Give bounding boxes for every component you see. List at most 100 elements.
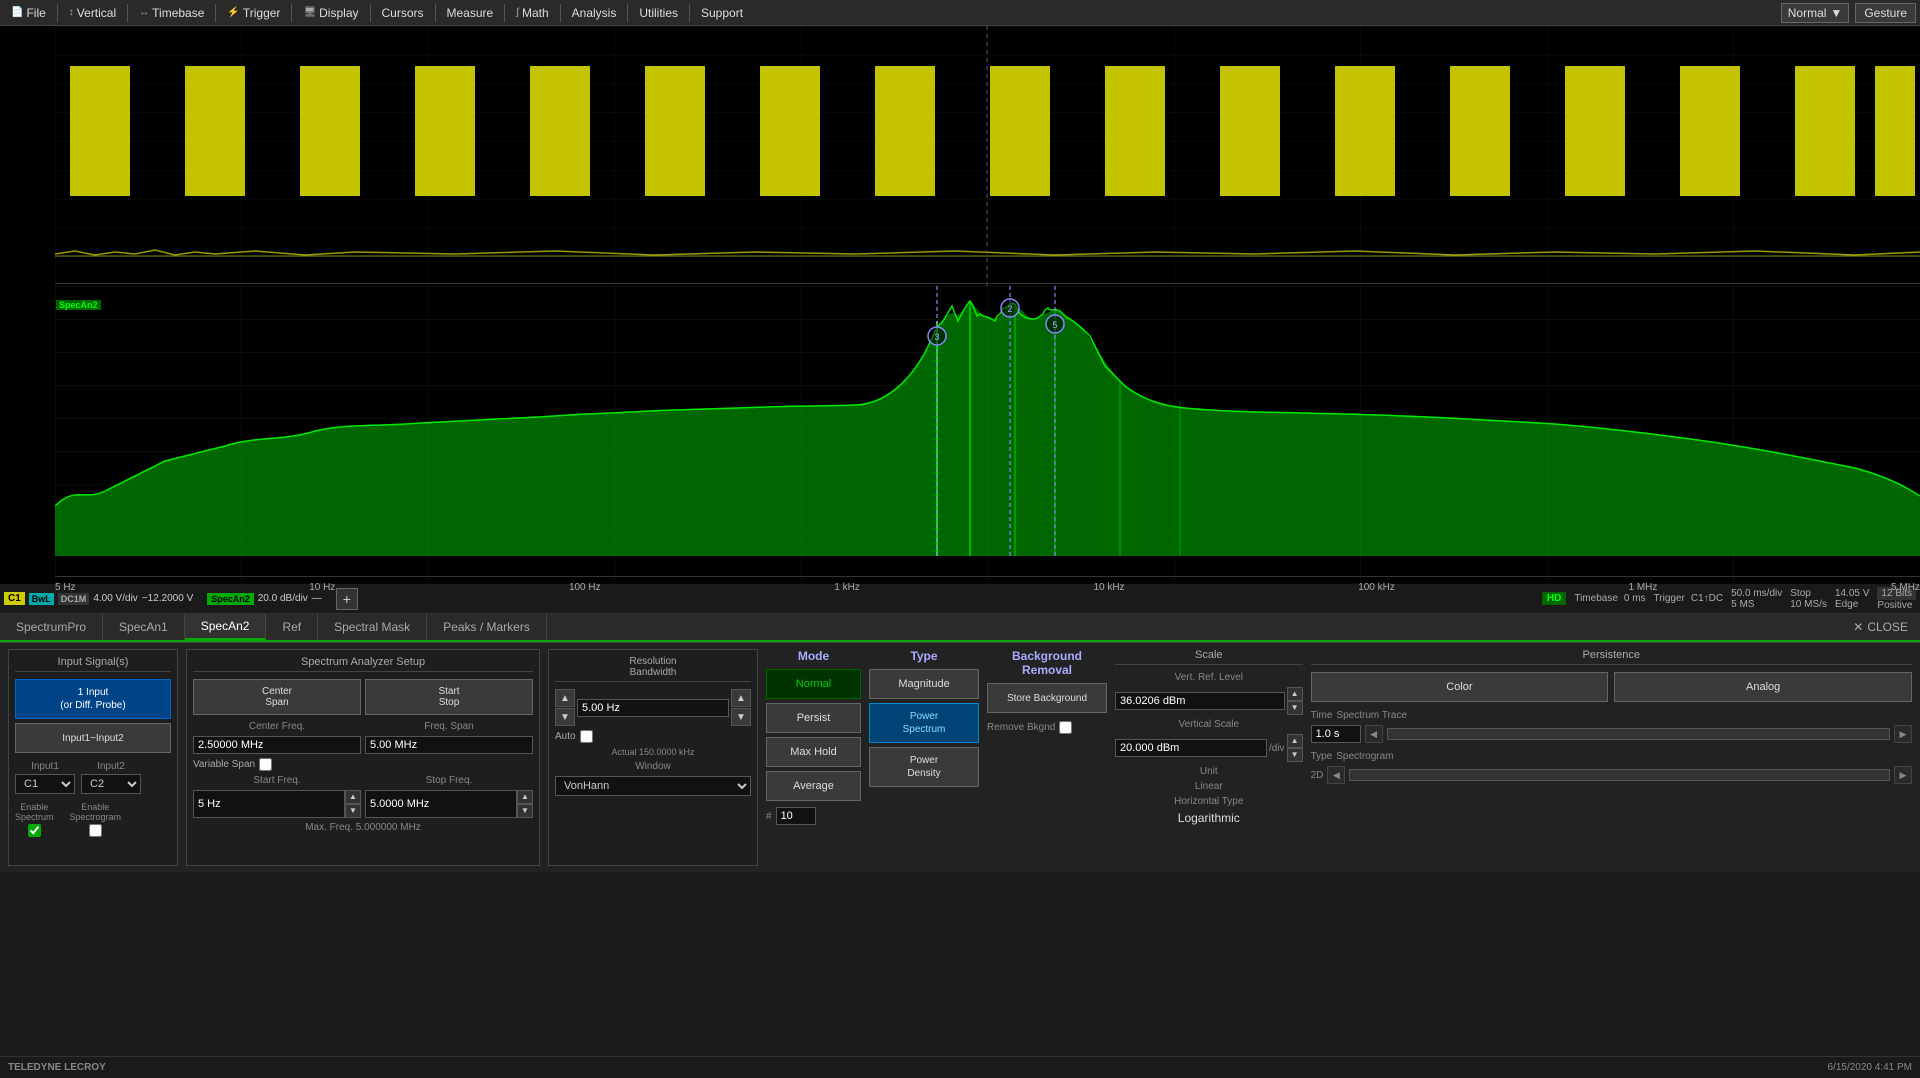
menu-vertical[interactable]: ↕ Vertical: [62, 4, 123, 22]
vert-ref-up[interactable]: ▲: [1287, 687, 1303, 701]
svg-text:3: 3: [934, 332, 939, 342]
vert-ref-input[interactable]: [1115, 692, 1285, 710]
unit-label: Unit: [1115, 766, 1303, 777]
vert-scale-down[interactable]: ▼: [1287, 748, 1303, 762]
time-left-button[interactable]: ◀: [1365, 725, 1383, 743]
normal-dropdown[interactable]: Normal ▼: [1781, 3, 1850, 23]
gesture-button[interactable]: Gesture: [1855, 3, 1916, 23]
tab-spectral-mask[interactable]: Spectral Mask: [318, 614, 427, 640]
enable-spectrogram-checkbox[interactable]: [70, 824, 122, 837]
bw-up2-button[interactable]: ▲: [731, 689, 751, 707]
svg-text:5: 5: [1052, 320, 1057, 330]
tab-spectrumpro[interactable]: SpectrumPro: [0, 614, 103, 640]
spectrogram-right-button[interactable]: ▶: [1894, 766, 1912, 784]
start-freq-up[interactable]: ▲: [345, 790, 361, 804]
auto-label: Auto: [555, 731, 576, 742]
sep1: [57, 4, 58, 22]
input2-select[interactable]: C2 C1: [81, 774, 141, 794]
svg-text:2: 2: [1007, 304, 1012, 314]
bw-input-row: ▲ ▼ ▲ ▼: [555, 689, 751, 726]
vert-scale-up[interactable]: ▲: [1287, 734, 1303, 748]
tab-close-button[interactable]: ✕ CLOSE: [1841, 614, 1920, 640]
mode-persist-button[interactable]: Persist: [766, 703, 861, 733]
resolution-bw-input[interactable]: [577, 699, 729, 717]
menu-trigger[interactable]: ⚡ Trigger: [220, 4, 287, 22]
vert-scale-input[interactable]: [1115, 739, 1267, 757]
edge-label: Edge: [1835, 599, 1869, 610]
time-right-button[interactable]: ▶: [1894, 725, 1912, 743]
input-signal-buttons: 1 Input(or Diff. Probe) Input1−Input2: [15, 679, 171, 753]
remove-bkgnd-checkbox[interactable]: [1059, 721, 1072, 734]
freq-inputs-row: [193, 736, 533, 754]
positive-label: Positive: [1877, 600, 1916, 611]
sep6: [435, 4, 436, 22]
freq-span-input[interactable]: [365, 736, 533, 754]
file-icon: 📄: [11, 7, 23, 18]
tab-specan2[interactable]: SpecAn2: [185, 614, 267, 640]
spectrum-trace-slider[interactable]: [1387, 728, 1890, 740]
mode-average-button[interactable]: Average: [766, 771, 861, 801]
type-power-spectrum-button[interactable]: PowerSpectrum: [869, 703, 979, 743]
menu-utilities[interactable]: Utilities: [632, 4, 685, 22]
stop-freq-up[interactable]: ▲: [517, 790, 533, 804]
tab-specan1[interactable]: SpecAn1: [103, 614, 185, 640]
spectrum-trace-label: Spectrum Trace: [1336, 710, 1407, 721]
spectrum-waveform: 3 2 5: [0, 286, 1920, 584]
resolution-bw-title: ResolutionBandwidth: [555, 656, 751, 682]
menu-support[interactable]: Support: [694, 4, 750, 22]
input2-label: Input2: [81, 761, 141, 772]
bw-down2-button[interactable]: ▼: [731, 708, 751, 726]
sep3: [215, 4, 216, 22]
variable-span-checkbox[interactable]: [259, 758, 272, 771]
controls-area: Input Signal(s) 1 Input(or Diff. Probe) …: [0, 642, 1920, 872]
type-power-density-button[interactable]: PowerDensity: [869, 747, 979, 787]
one-input-button[interactable]: 1 Input(or Diff. Probe): [15, 679, 171, 719]
center-span-button[interactable]: CenterSpan: [193, 679, 361, 715]
menu-timebase[interactable]: ↔ Timebase: [132, 4, 211, 22]
menu-analysis[interactable]: Analysis: [565, 4, 624, 22]
enable-spectrogram-col: EnableSpectrogram: [70, 802, 122, 837]
mode-maxhold-button[interactable]: Max Hold: [766, 737, 861, 767]
trigger-icon: ⚡: [227, 7, 239, 18]
menu-cursors[interactable]: Cursors: [375, 4, 431, 22]
auto-checkbox[interactable]: [580, 730, 593, 743]
type-magnitude-button[interactable]: Magnitude: [869, 669, 979, 699]
input1-input2-button[interactable]: Input1−Input2: [15, 723, 171, 753]
spectrogram-left-button[interactable]: ◀: [1327, 766, 1345, 784]
stop-freq-down[interactable]: ▼: [517, 804, 533, 818]
stop-freq-input[interactable]: [365, 790, 517, 818]
analog-button[interactable]: Analog: [1614, 672, 1912, 702]
tab-ref[interactable]: Ref: [266, 614, 318, 640]
bw-down-button[interactable]: ▼: [555, 708, 575, 726]
time-input[interactable]: [1311, 725, 1361, 743]
start-freq-down[interactable]: ▼: [345, 804, 361, 818]
input1-select[interactable]: C1 C2: [15, 774, 75, 794]
tab-peaks-markers[interactable]: Peaks / Markers: [427, 614, 547, 640]
type-persist-label: Type: [1311, 751, 1333, 762]
start-freq-input[interactable]: [193, 790, 345, 818]
input1-col: Input1 C1 C2: [15, 761, 75, 794]
display-icon: 🖥: [303, 7, 316, 18]
spectrum-waveform-svg: 3 2 5: [55, 286, 1920, 584]
menu-file[interactable]: 📄 File: [4, 4, 53, 22]
center-freq-input[interactable]: [193, 736, 361, 754]
scale-title: Scale: [1115, 649, 1303, 665]
average-count-input[interactable]: [776, 807, 816, 825]
status-bar: TELEDYNE LECROY 6/15/2020 4:41 PM: [0, 1056, 1920, 1078]
store-background-button[interactable]: Store Background: [987, 683, 1107, 713]
menu-display[interactable]: 🖥 Display: [296, 4, 365, 22]
bw-up-button[interactable]: ▲: [555, 689, 575, 707]
menu-math[interactable]: ∫ Math: [509, 4, 555, 22]
window-select[interactable]: VonHann Rectangular FlatTop Blackman: [555, 776, 751, 796]
menu-measure[interactable]: Measure: [440, 4, 501, 22]
vert-ref-down[interactable]: ▼: [1287, 701, 1303, 715]
time-waveform-svg: [55, 26, 1920, 286]
start-stop-inputs: ▲ ▼ ▲ ▼: [193, 790, 533, 818]
color-button[interactable]: Color: [1311, 672, 1609, 702]
time-waveform: [0, 26, 1920, 286]
mode-normal-button[interactable]: Normal: [766, 669, 861, 699]
enable-spectrum-checkbox[interactable]: [15, 824, 54, 837]
spectrogram-slider[interactable]: [1349, 769, 1890, 781]
start-stop-button[interactable]: StartStop: [365, 679, 533, 715]
normal-label: Normal: [1788, 6, 1827, 20]
